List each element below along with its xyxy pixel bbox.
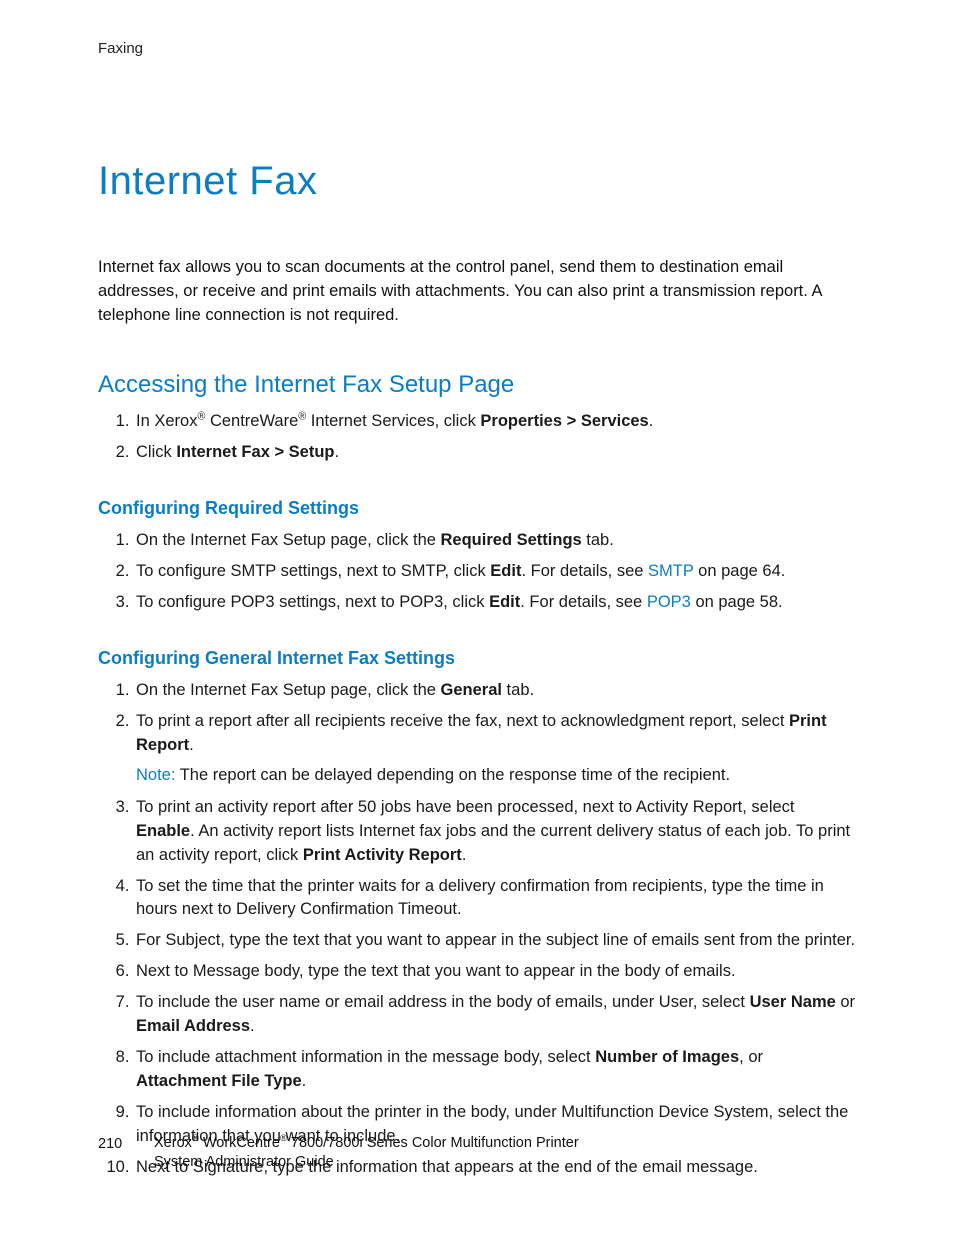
text: or [836,993,855,1011]
text: Xerox [154,1135,192,1151]
text: WorkCentre [199,1135,280,1151]
text: . [649,412,654,430]
step-item: On the Internet Fax Setup page, click th… [134,679,856,703]
footer: 210 Xerox® WorkCentre® 7800/7800i Series… [98,1134,579,1173]
step-item: Click Internet Fax > Setup. [134,441,856,465]
section-heading-accessing: Accessing the Internet Fax Setup Page [98,368,856,403]
bold-text: Edit [490,562,521,580]
bold-text: Properties > Services [480,412,648,430]
link-smtp[interactable]: SMTP [648,562,694,580]
text: To print an activity report after 50 job… [136,798,795,816]
text: . [335,443,340,461]
step-item: Next to Message body, type the text that… [134,960,856,984]
step-item: On the Internet Fax Setup page, click th… [134,529,856,553]
step-item: In Xerox® CentreWare® Internet Services,… [134,410,856,434]
steps-accessing: In Xerox® CentreWare® Internet Services,… [98,410,856,465]
subsection-heading-required: Configuring Required Settings [98,495,856,521]
registered-icon: ® [298,411,306,423]
intro-paragraph: Internet fax allows you to scan document… [98,256,856,328]
text: On the Internet Fax Setup page, click th… [136,531,441,549]
text: . An activity report lists Internet fax … [136,822,850,864]
step-item: To include the user name or email addres… [134,991,856,1039]
step-item: To print a report after all recipients r… [134,710,856,788]
bold-text: Enable [136,822,190,840]
text: . [462,846,467,864]
text: tab. [582,531,614,549]
note-text: The report can be delayed depending on t… [175,766,730,784]
step-item: To include attachment information in the… [134,1046,856,1094]
text: . [302,1072,307,1090]
bold-text: User Name [750,993,836,1011]
page-title: Internet Fax [98,152,856,210]
steps-required: On the Internet Fax Setup page, click th… [98,529,856,615]
text: To configure POP3 settings, next to POP3… [136,593,489,611]
text: To include attachment information in the… [136,1048,595,1066]
step-item: To configure SMTP settings, next to SMTP… [134,560,856,584]
subsection-heading-general: Configuring General Internet Fax Setting… [98,645,856,671]
text: . [250,1017,255,1035]
text: on page 58. [691,593,783,611]
step-item: To configure POP3 settings, next to POP3… [134,591,856,615]
note: Note: The report can be delayed dependin… [136,764,856,788]
bold-text: Email Address [136,1017,250,1035]
text: System Administrator Guide [154,1154,334,1170]
bold-text: Number of Images [595,1048,739,1066]
bold-text: Attachment File Type [136,1072,302,1090]
text: To print a report after all recipients r… [136,712,789,730]
step-item: For Subject, type the text that you want… [134,929,856,953]
text: . For details, see [520,593,647,611]
steps-general: On the Internet Fax Setup page, click th… [98,679,856,1180]
text: on page 64. [694,562,786,580]
page-number: 210 [98,1134,128,1155]
bold-text: Edit [489,593,520,611]
text: 7800/7800i Series Color Multifunction Pr… [287,1135,579,1151]
text: . For details, see [521,562,648,580]
text: CentreWare [205,412,298,430]
running-header: Faxing [98,38,856,60]
note-label: Note: [136,766,175,784]
text: On the Internet Fax Setup page, click th… [136,681,441,699]
text: In Xerox [136,412,197,430]
text: To configure SMTP settings, next to SMTP… [136,562,490,580]
text: . [189,736,194,754]
registered-icon: ® [280,1132,287,1143]
bold-text: Required Settings [441,531,582,549]
step-item: To print an activity report after 50 job… [134,796,856,868]
text: To include the user name or email addres… [136,993,750,1011]
link-pop3[interactable]: POP3 [647,593,691,611]
text: , or [739,1048,763,1066]
text: Click [136,443,176,461]
step-item: To set the time that the printer waits f… [134,875,856,923]
text: Internet Services, click [306,412,480,430]
bold-text: Internet Fax > Setup [176,443,334,461]
footer-text: Xerox® WorkCentre® 7800/7800i Series Col… [154,1134,579,1173]
page: Faxing Internet Fax Internet fax allows … [0,0,954,1235]
bold-text: General [441,681,502,699]
bold-text: Print Activity Report [303,846,462,864]
text: tab. [502,681,534,699]
registered-icon: ® [192,1132,199,1143]
